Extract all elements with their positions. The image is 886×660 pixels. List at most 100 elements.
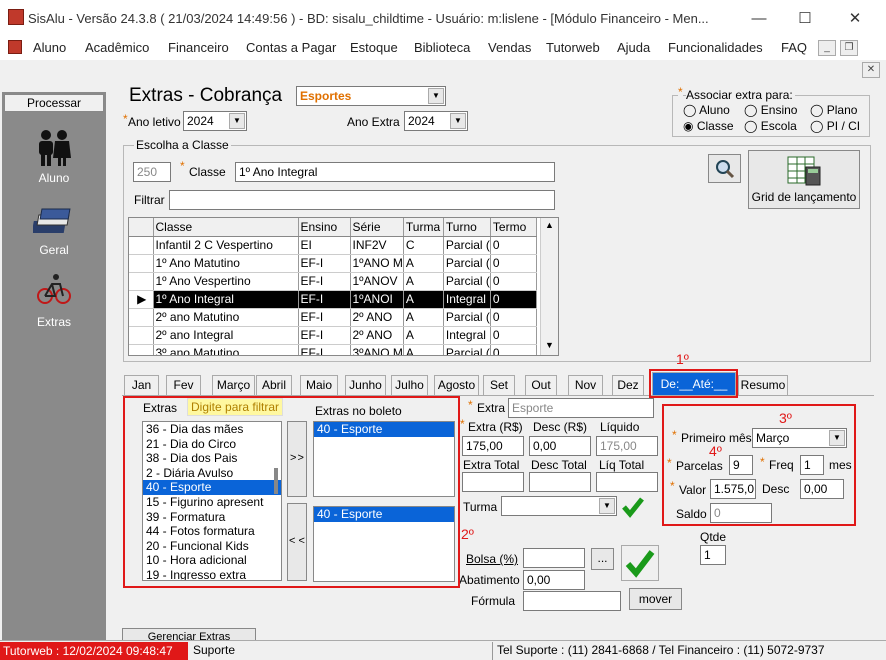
chevron-down-icon: ▼ xyxy=(450,113,466,129)
row-indicator xyxy=(129,344,154,355)
tel-status: Tel Suporte : (11) 2841-6868 / Tel Finan… xyxy=(497,643,825,657)
maximize-button[interactable]: ☐ xyxy=(782,6,828,32)
tab-set[interactable]: Set xyxy=(483,375,515,395)
ano-letivo-select[interactable]: 2024 ▼ xyxy=(183,111,247,131)
classes-grid[interactable]: Classe Ensino Série Turma Turno Termo In… xyxy=(128,217,559,356)
tab-nov[interactable]: Nov xyxy=(568,375,603,395)
grid-lancamento-button[interactable]: Grid de lançamento xyxy=(748,150,860,209)
mdi-restore-button[interactable]: ❐ xyxy=(840,40,858,56)
abatimento-field[interactable]: 0,00 xyxy=(523,570,585,590)
extra-type-select[interactable]: Esportes ▼ xyxy=(296,86,446,106)
grid-col-header[interactable]: Classe xyxy=(153,218,299,237)
menu-tutorweb[interactable]: Tutorweb xyxy=(546,40,600,55)
suporte-status: Suporte xyxy=(193,643,236,657)
mover-button[interactable]: mover xyxy=(629,588,682,610)
tab-marco[interactable]: Março xyxy=(212,375,255,395)
row-indicator xyxy=(129,326,154,345)
filtrar-field[interactable] xyxy=(169,190,555,210)
money-stack-icon[interactable] xyxy=(2,203,106,242)
tab-julho[interactable]: Julho xyxy=(391,375,428,395)
table-row-selected[interactable]: ▶ 1º Ano Integral EF-I 1ºANOI A Integral 0 xyxy=(129,290,537,309)
table-row[interactable]: 1º Ano Vespertino EF-I 1ºANOV A Parcial (0 xyxy=(129,272,537,291)
cell: 1ºANOI xyxy=(350,290,404,309)
radio-classe[interactable]: ◉ Classe xyxy=(683,119,734,133)
table-row[interactable]: 1º Ano Matutino EF-I 1ºANO M A Parcial (0 xyxy=(129,254,537,273)
cell: Infantil 2 C Vespertino xyxy=(153,236,299,255)
scroll-up-arrow-icon[interactable]: ▲ xyxy=(545,220,554,230)
close-button[interactable]: ✕ xyxy=(832,6,878,32)
row-indicator xyxy=(129,254,154,273)
tab-jan[interactable]: Jan xyxy=(124,375,159,395)
ano-extra-select[interactable]: 2024 ▼ xyxy=(404,111,468,131)
extra-field: Esporte xyxy=(508,398,654,418)
grid-col-header[interactable]: Ensino xyxy=(298,218,351,237)
menu-financeiro[interactable]: Financeiro xyxy=(168,40,229,55)
extra-rs-field[interactable]: 175,00 xyxy=(462,436,524,456)
sidebar-item-geral[interactable]: Geral xyxy=(2,243,106,257)
table-row[interactable]: Infantil 2 C Vespertino EI INF2V C Parcial (… xyxy=(129,236,537,255)
search-button[interactable] xyxy=(708,154,741,183)
tab-maio[interactable]: Maio xyxy=(300,375,338,395)
sidebar-item-extras[interactable]: Extras xyxy=(2,315,106,329)
bolsa-browse-button[interactable]: ... xyxy=(591,548,614,570)
menu-faq[interactable]: FAQ xyxy=(781,40,807,55)
grid-col-header[interactable]: Série xyxy=(350,218,404,237)
confirm-bolsa-button[interactable] xyxy=(621,545,659,581)
qtde-field[interactable]: 1 xyxy=(700,545,726,565)
cell: EF-I xyxy=(298,308,351,327)
radio-pi-ci[interactable]: ◯ PI / CI xyxy=(810,119,860,133)
menu-biblioteca[interactable]: Biblioteca xyxy=(414,40,470,55)
mdi-minimize-button[interactable]: _ xyxy=(818,40,836,56)
desc-rs-field[interactable]: 0,00 xyxy=(529,436,591,456)
grid-col-header[interactable]: Termo xyxy=(490,218,537,237)
abatimento-label: Abatimento xyxy=(459,573,520,587)
menu-contas-a-pagar[interactable]: Contas a Pagar xyxy=(246,40,336,55)
tab-out[interactable]: Out xyxy=(525,375,557,395)
tab-resumo[interactable]: Resumo xyxy=(738,375,788,395)
chevron-down-icon: ▼ xyxy=(428,88,444,104)
desc-total-label: Desc Total xyxy=(531,458,587,472)
confirm-turma-button[interactable] xyxy=(621,495,645,519)
menu-aluno[interactable]: Aluno xyxy=(33,40,66,55)
table-row[interactable]: 2º ano Integral EF-I 2º ANO A Integral 0 xyxy=(129,326,537,345)
bolsa-field[interactable] xyxy=(523,548,585,568)
people-icon[interactable] xyxy=(2,128,106,171)
sidebar-header[interactable]: Processar xyxy=(4,94,104,112)
radio-label: PI / CI xyxy=(826,119,861,133)
grid-col-header[interactable]: Turno xyxy=(443,218,491,237)
table-row[interactable]: 3º ano Matutino EF-I 3ºANO M A Parcial (0 xyxy=(129,344,537,355)
extra-total-label: Extra Total xyxy=(463,458,520,472)
menu-vendas[interactable]: Vendas xyxy=(488,40,531,55)
annotation-box-tab xyxy=(649,369,738,398)
annotation-3: 3º xyxy=(779,410,792,426)
tab-abril[interactable]: Abril xyxy=(256,375,292,395)
turma-select[interactable]: ▼ xyxy=(501,496,617,516)
grid-scrollbar[interactable]: ▲ ▼ xyxy=(540,218,558,355)
bicycle-icon[interactable] xyxy=(2,272,106,311)
menu-estoque[interactable]: Estoque xyxy=(350,40,398,55)
menu-ajuda[interactable]: Ajuda xyxy=(617,40,650,55)
tab-fev[interactable]: Fev xyxy=(166,375,201,395)
gerenciar-extras-button[interactable]: Gerenciar Extras xyxy=(122,628,256,640)
table-row[interactable]: 2º ano Matutino EF-I 2º ANO A Parcial (0 xyxy=(129,308,537,327)
formula-field[interactable] xyxy=(523,591,621,611)
mdi-close-button[interactable]: ✕ xyxy=(862,62,880,78)
cell: 0 xyxy=(490,344,537,355)
classe-field[interactable]: 1º Ano Integral xyxy=(235,162,555,182)
radio-escola[interactable]: ◯ Escola xyxy=(744,119,797,133)
grid-col-header[interactable]: Turma xyxy=(403,218,444,237)
cell: 1ºANOV xyxy=(350,272,404,291)
tab-junho[interactable]: Junho xyxy=(345,375,386,395)
menu-academico[interactable]: Acadêmico xyxy=(85,40,149,55)
radio-plano[interactable]: ◯ Plano xyxy=(810,103,857,117)
tab-agosto[interactable]: Agosto xyxy=(434,375,479,395)
scroll-down-arrow-icon[interactable]: ▼ xyxy=(545,340,554,350)
cell: EF-I xyxy=(298,272,351,291)
radio-ensino[interactable]: ◯ Ensino xyxy=(744,103,797,117)
sidebar-item-aluno[interactable]: Aluno xyxy=(2,171,106,185)
tab-dez[interactable]: Dez xyxy=(612,375,644,395)
row-indicator xyxy=(129,236,154,255)
minimize-button[interactable]: — xyxy=(736,6,782,32)
menu-funcionalidades[interactable]: Funcionalidades xyxy=(668,40,763,55)
radio-aluno[interactable]: ◯ Aluno xyxy=(683,103,730,117)
